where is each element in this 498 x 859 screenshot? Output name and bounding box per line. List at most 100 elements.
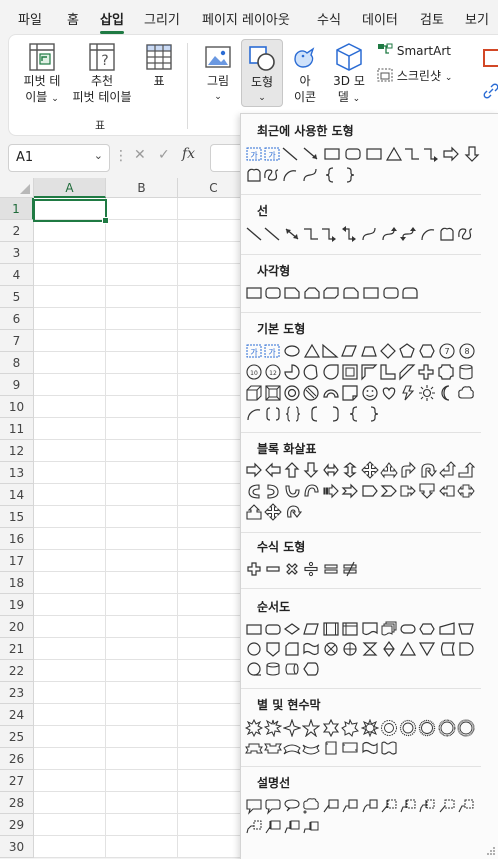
row-header[interactable]: 14 (0, 484, 34, 506)
shape-fdecision[interactable] (283, 620, 301, 638)
shape-mplus[interactable] (245, 560, 263, 578)
shape-cline3[interactable] (361, 797, 379, 815)
link-icon[interactable] (483, 83, 498, 99)
grid-cell[interactable] (34, 638, 106, 660)
shape-fdisplay[interactable] (302, 660, 320, 678)
shape-trapezoid[interactable] (360, 342, 378, 360)
shape-cborder1[interactable] (438, 797, 456, 815)
grid-cell[interactable] (106, 462, 178, 484)
shape-fdelay[interactable] (457, 640, 475, 658)
shape-foffpage[interactable] (264, 640, 282, 658)
grid-cell[interactable] (106, 286, 178, 308)
active-cell[interactable] (33, 199, 109, 224)
shape-fmerge[interactable] (418, 640, 436, 658)
shapes-button[interactable]: 도형 ⌄ (241, 39, 283, 107)
shape-uarrow[interactable] (283, 461, 301, 479)
shape-triangle[interactable] (385, 145, 403, 163)
shape-fdirect[interactable] (283, 660, 301, 678)
shape-curvedD[interactable] (302, 482, 320, 500)
shape-chevron[interactable] (380, 482, 398, 500)
shape-coval[interactable] (283, 797, 301, 815)
shape-quadarrow[interactable] (361, 461, 379, 479)
grid-cell[interactable] (34, 836, 106, 858)
shape-crect[interactable] (245, 797, 263, 815)
resize-grip-icon[interactable] (486, 846, 496, 856)
shape-cboth4[interactable] (302, 818, 320, 836)
shape-roundrect[interactable] (382, 284, 400, 302)
grid-cell[interactable] (106, 616, 178, 638)
shape-leftupArrow[interactable] (438, 461, 456, 479)
row-header[interactable]: 7 (0, 330, 34, 352)
shape-mnotequal[interactable] (341, 560, 359, 578)
row-header[interactable]: 2 (0, 220, 34, 242)
tab-file[interactable]: 파일 (18, 9, 42, 28)
shape-curve[interactable] (360, 225, 378, 243)
row-header[interactable]: 27 (0, 770, 34, 792)
shape-pentarrow[interactable] (361, 482, 379, 500)
shape-cacc1[interactable] (380, 797, 398, 815)
tab-home[interactable]: 홈 (67, 9, 79, 28)
grid-cell[interactable] (106, 352, 178, 374)
row-header[interactable]: 15 (0, 506, 34, 528)
grid-cell[interactable] (34, 770, 106, 792)
shape-halfframe[interactable] (360, 363, 378, 381)
row-header[interactable]: 25 (0, 726, 34, 748)
grid-cell[interactable] (106, 748, 178, 770)
shape-star24[interactable] (438, 719, 456, 737)
shape-arrowline[interactable] (302, 145, 320, 163)
shape-lcallout[interactable] (438, 482, 456, 500)
grid-cell[interactable] (106, 264, 178, 286)
shape-fdoc[interactable] (361, 620, 379, 638)
shape-star4[interactable] (283, 719, 301, 737)
grid-cell[interactable] (106, 638, 178, 660)
shape-lbracket[interactable] (306, 405, 324, 423)
tab-formulas[interactable]: 수식 (317, 9, 341, 28)
row-header[interactable]: 20 (0, 616, 34, 638)
shape-udarrow[interactable] (341, 461, 359, 479)
shape-star5[interactable] (302, 719, 320, 737)
recommended-pivot-button[interactable]: ? 추천 피벗 테이블 (69, 41, 135, 105)
row-header[interactable]: 12 (0, 440, 34, 462)
shape-vtextbox[interactable]: 가 (263, 342, 281, 360)
shape-pie[interactable] (283, 363, 301, 381)
grid-cell[interactable] (106, 396, 178, 418)
3d-models-button[interactable]: 3D 모 델 ⌄ (327, 41, 371, 107)
shape-lshape[interactable] (379, 363, 397, 381)
shape-plus[interactable] (417, 363, 435, 381)
grid-cell[interactable] (106, 770, 178, 792)
grid-cell[interactable] (34, 440, 106, 462)
shape-scrollv[interactable] (322, 739, 340, 757)
shape-mminus[interactable] (264, 560, 282, 578)
grid-cell[interactable] (34, 594, 106, 616)
shape-star10[interactable] (380, 719, 398, 737)
shape-fmanualin[interactable] (438, 620, 456, 638)
shape-rect[interactable] (245, 284, 263, 302)
shape-rect[interactable] (365, 145, 383, 163)
shape-curvedL[interactable] (264, 482, 282, 500)
shape-frame[interactable] (341, 363, 359, 381)
shape-ribbonup[interactable] (245, 739, 263, 757)
grid-cell[interactable] (34, 242, 106, 264)
grid-cell[interactable] (106, 660, 178, 682)
grid-cell[interactable] (34, 396, 106, 418)
shape-circ7[interactable]: 7 (438, 342, 456, 360)
shape-cloud[interactable] (457, 384, 475, 402)
grid-cell[interactable] (106, 484, 178, 506)
shape-elbowdbl[interactable] (340, 225, 358, 243)
shape-ccloud[interactable] (302, 797, 320, 815)
shape-roundrect[interactable] (264, 284, 282, 302)
grid-cell[interactable] (34, 484, 106, 506)
shape-freeform[interactable] (438, 225, 456, 243)
shape-cube[interactable] (245, 384, 263, 402)
chevron-down-icon[interactable]: ⌄ (94, 149, 103, 162)
shape-textbox[interactable]: 가 (245, 145, 263, 163)
shape-uturn[interactable] (419, 461, 437, 479)
shape-cacc3[interactable] (418, 797, 436, 815)
shape-cacc2[interactable] (399, 797, 417, 815)
row-header[interactable]: 28 (0, 792, 34, 814)
shape-moon[interactable] (437, 384, 455, 402)
grid-cell[interactable] (106, 418, 178, 440)
shape-fsort[interactable] (380, 640, 398, 658)
shape-dcallout[interactable] (418, 482, 436, 500)
shape-rcallout[interactable] (399, 482, 417, 500)
